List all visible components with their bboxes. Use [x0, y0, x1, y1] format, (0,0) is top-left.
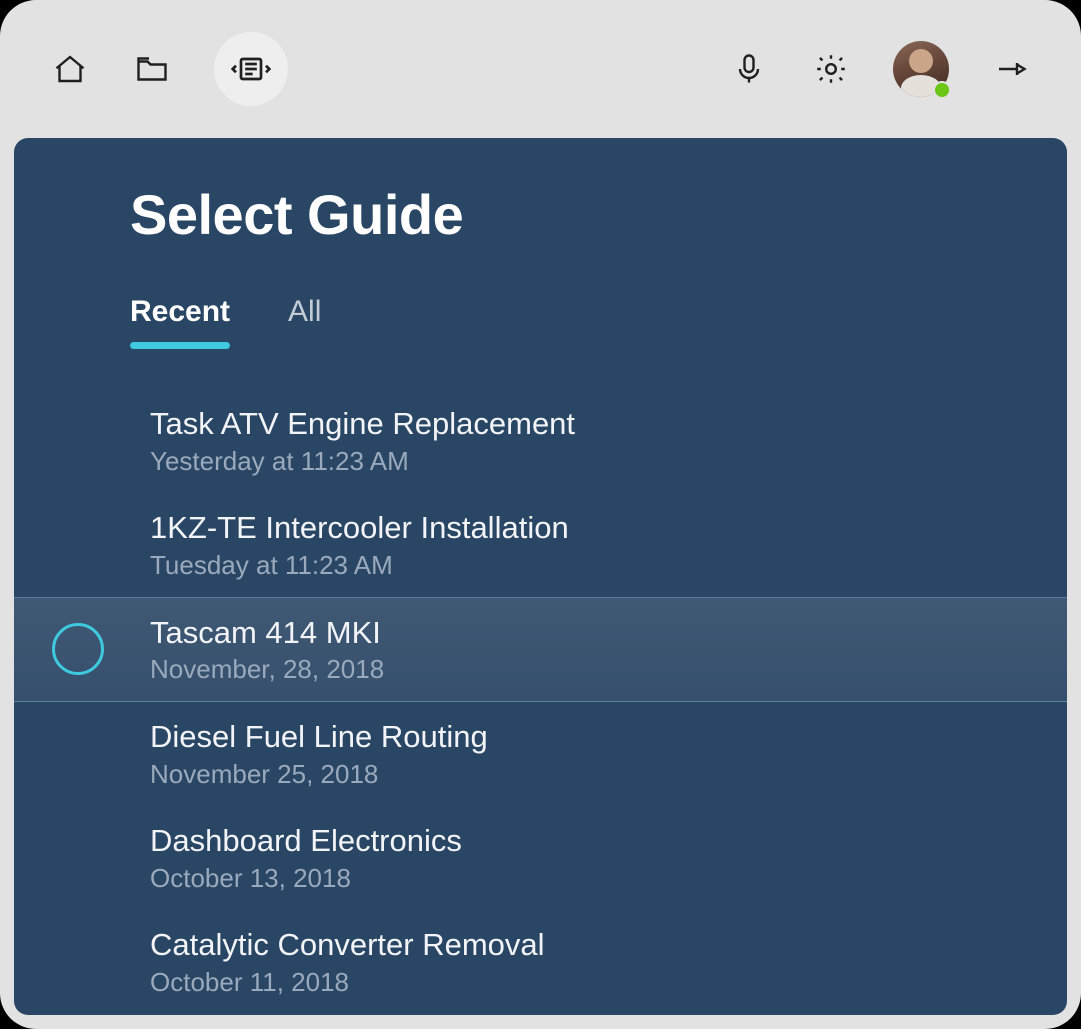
guide-subtitle: Yesterday at 11:23 AM — [150, 446, 575, 477]
guide-subtitle: October 13, 2018 — [150, 863, 462, 894]
tab-recent[interactable]: Recent — [130, 295, 230, 347]
list-item[interactable]: 1KZ-TE Intercooler Installation Tuesday … — [14, 493, 1067, 597]
gear-icon — [813, 51, 849, 87]
home-button[interactable] — [50, 49, 90, 89]
guide-title: Tascam 414 MKI — [150, 614, 384, 653]
list-item[interactable]: Task ATV Engine Replacement Yesterday at… — [14, 389, 1067, 493]
guides-button[interactable] — [214, 32, 288, 106]
list-item[interactable]: Diesel Fuel Line Routing November 25, 20… — [14, 702, 1067, 806]
files-button[interactable] — [132, 49, 172, 89]
app-window: Select Guide Recent All Task ATV Engine … — [0, 0, 1081, 1029]
microphone-icon — [731, 51, 767, 87]
guide-title: 1KZ-TE Intercooler Installation — [150, 509, 569, 548]
guide-icon — [231, 49, 271, 89]
main-panel: Select Guide Recent All Task ATV Engine … — [14, 138, 1067, 1015]
guide-subtitle: November 25, 2018 — [150, 759, 488, 790]
guide-subtitle: Tuesday at 11:23 AM — [150, 550, 569, 581]
pin-icon — [993, 51, 1029, 87]
guide-title: Dashboard Electronics — [150, 822, 462, 861]
home-icon — [52, 51, 88, 87]
presence-indicator — [933, 81, 951, 99]
toolbar-right — [729, 41, 1031, 97]
page-title: Select Guide — [130, 182, 1067, 247]
profile-button[interactable] — [893, 41, 949, 97]
guide-title: Task ATV Engine Replacement — [150, 405, 575, 444]
list-item[interactable]: Catalytic Converter Removal October 11, … — [14, 910, 1067, 1014]
list-item[interactable]: Dashboard Electronics October 13, 2018 — [14, 806, 1067, 910]
radio-indicator[interactable] — [52, 623, 104, 675]
guide-title: Catalytic Converter Removal — [150, 926, 545, 965]
folder-icon — [134, 51, 170, 87]
tab-bar: Recent All — [130, 295, 1067, 347]
guide-title: Diesel Fuel Line Routing — [150, 718, 488, 757]
pin-button[interactable] — [991, 49, 1031, 89]
guide-list: Task ATV Engine Replacement Yesterday at… — [14, 389, 1067, 1014]
guide-subtitle: October 11, 2018 — [150, 967, 545, 998]
toolbar-left — [50, 32, 288, 106]
guide-subtitle: November, 28, 2018 — [150, 654, 384, 685]
mic-button[interactable] — [729, 49, 769, 89]
tab-all[interactable]: All — [288, 295, 321, 347]
list-item[interactable]: Tascam 414 MKI November, 28, 2018 — [14, 597, 1067, 703]
settings-button[interactable] — [811, 49, 851, 89]
toolbar — [0, 0, 1081, 138]
